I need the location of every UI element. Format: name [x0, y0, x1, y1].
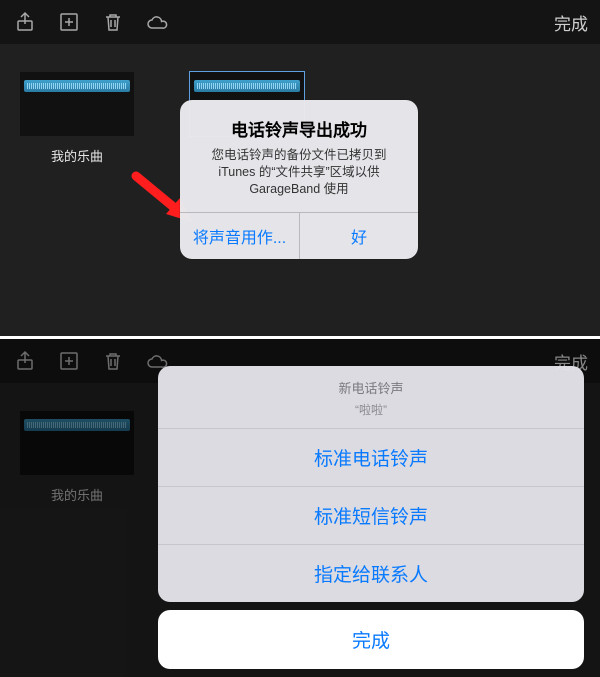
- alert-use-as-button[interactable]: 将声音用作...: [180, 213, 299, 259]
- action-sheet-item-default-text-tone[interactable]: 标准短信铃声: [158, 487, 584, 545]
- action-sheet-subtitle: “啦啦”: [168, 401, 574, 418]
- screenshot-top: 完成 我的乐曲 电话铃声导出成功 您电话铃声的备份文件已拷贝到 iTunes 的…: [0, 0, 600, 336]
- export-success-alert: 电话铃声导出成功 您电话铃声的备份文件已拷贝到 iTunes 的“文件共享”区域…: [180, 100, 418, 259]
- add-icon[interactable]: [56, 9, 82, 35]
- toolbar: 完成: [0, 0, 600, 44]
- share-icon[interactable]: [12, 9, 38, 35]
- action-sheet-cancel[interactable]: 完成: [158, 610, 584, 669]
- alert-title: 电话铃声导出成功: [194, 116, 404, 141]
- alert-message: 您电话铃声的备份文件已拷贝到 iTunes 的“文件共享”区域以供 Garage…: [194, 147, 404, 198]
- action-sheet-item-default-ringtone[interactable]: 标准电话铃声: [158, 429, 584, 487]
- action-sheet-item-assign-contact[interactable]: 指定给联系人: [158, 545, 584, 602]
- trash-icon[interactable]: [100, 9, 126, 35]
- action-sheet-container: 新电话铃声 “啦啦” 标准电话铃声 标准短信铃声 指定给联系人 完成: [150, 366, 592, 677]
- alert-ok-button[interactable]: 好: [299, 213, 418, 259]
- screenshot-bottom: 完成 我的乐曲 新电话铃声 “啦啦” 标准电话铃声 标准短信铃声 指定给联系人 …: [0, 339, 600, 677]
- song-thumbnail: [20, 72, 134, 136]
- action-sheet-header: 新电话铃声 “啦啦”: [158, 366, 584, 429]
- song-item[interactable]: 我的乐曲: [20, 72, 134, 165]
- action-sheet: 新电话铃声 “啦啦” 标准电话铃声 标准短信铃声 指定给联系人: [158, 366, 584, 602]
- cloud-icon[interactable]: [144, 9, 170, 35]
- song-label: 我的乐曲: [51, 146, 103, 165]
- action-sheet-title: 新电话铃声: [168, 378, 574, 397]
- toolbar-done-button[interactable]: 完成: [554, 10, 588, 35]
